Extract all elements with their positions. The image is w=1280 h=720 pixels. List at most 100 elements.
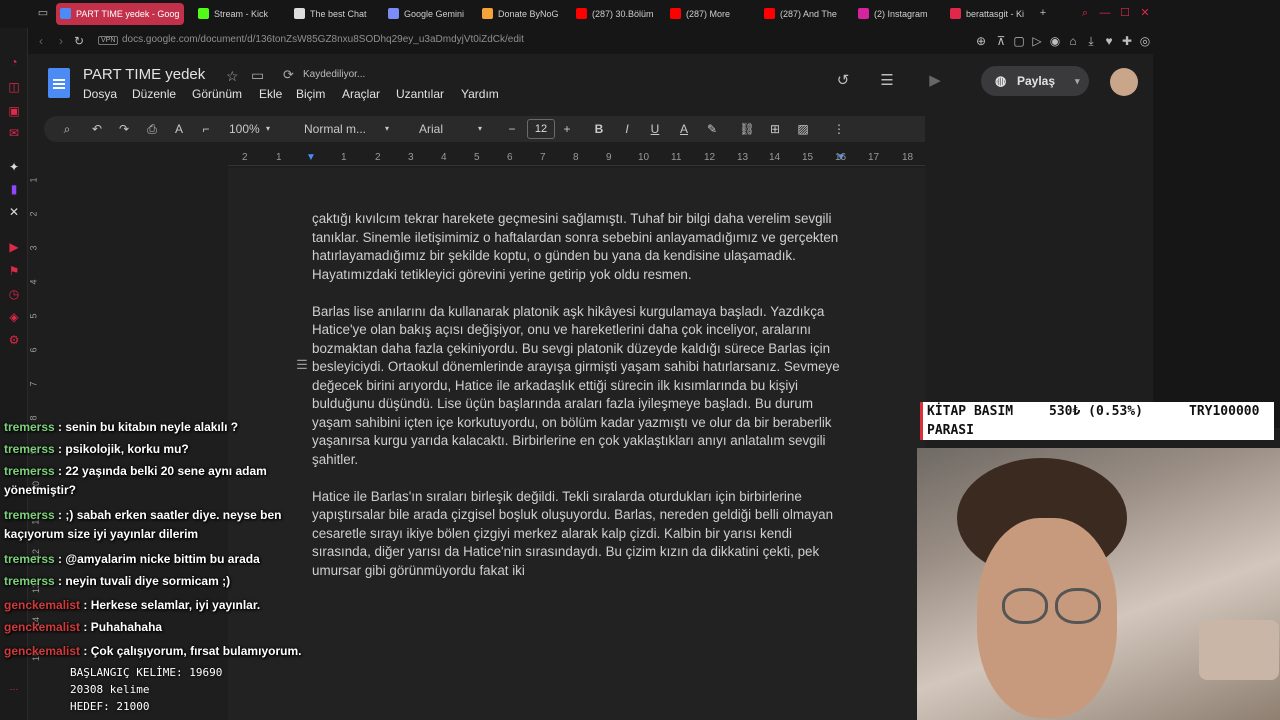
zoom-select[interactable]: 100%: [229, 122, 260, 136]
style-chevron-icon[interactable]: ▾: [385, 124, 389, 133]
ai-icon[interactable]: ✦: [7, 160, 21, 174]
style-select[interactable]: Normal m...: [304, 122, 366, 136]
menu-gorunum[interactable]: Görünüm: [192, 87, 242, 101]
scrollbar-area: [1153, 28, 1280, 428]
menu-yardim[interactable]: Yardım: [461, 87, 499, 101]
paragraph[interactable]: Hatice ile Barlas'ın sıraları birleşik d…: [312, 488, 842, 581]
font-chevron-icon[interactable]: ▾: [478, 124, 482, 133]
tab-favicon-icon: [764, 8, 775, 19]
more-icon[interactable]: ⋯: [7, 682, 21, 696]
document-title[interactable]: PART TIME yedek: [83, 66, 205, 83]
tab-7[interactable]: (287) And The: [760, 3, 848, 25]
document-page[interactable]: ☰ çaktığı kıvılcım tekrar harekete geçme…: [228, 168, 925, 720]
tab-label: (2) Instagram: [874, 9, 928, 19]
zoom-chevron-icon[interactable]: ▾: [266, 124, 270, 133]
indent-marker-icon[interactable]: ▼: [306, 152, 316, 163]
history-icon[interactable]: ◷: [7, 287, 21, 301]
search-tabs-icon[interactable]: ⌕: [1078, 6, 1092, 20]
vpn-badge[interactable]: VPN: [98, 36, 119, 45]
document-body[interactable]: çaktığı kıvılcım tekrar harekete geçmesi…: [312, 210, 842, 599]
italic-icon[interactable]: I: [619, 121, 635, 137]
zoom-icon[interactable]: ⊕: [974, 34, 988, 48]
menu-uzantilar[interactable]: Uzantılar: [396, 87, 444, 101]
new-tab-icon[interactable]: +: [1036, 6, 1050, 20]
comments-icon[interactable]: ☰: [878, 72, 896, 90]
url-field[interactable]: docs.google.com/document/d/136tonZsW85GZ…: [122, 34, 524, 45]
forward-icon[interactable]: ›: [54, 34, 68, 48]
tab-1[interactable]: Stream - Kick: [194, 3, 284, 25]
extensions-icon[interactable]: ◫: [7, 80, 21, 94]
share-button[interactable]: ◍ Paylaş ▾: [981, 66, 1089, 96]
more-options-icon[interactable]: ⋮: [831, 121, 847, 137]
spellcheck-icon[interactable]: A: [171, 121, 187, 137]
decrease-font-icon[interactable]: −: [504, 121, 520, 137]
move-folder-icon[interactable]: ▭: [251, 67, 264, 84]
tab-menu-icon[interactable]: ▭: [36, 6, 50, 20]
mail-icon[interactable]: ✉: [7, 126, 21, 140]
pin-icon[interactable]: ⚑: [7, 264, 21, 278]
undo-icon[interactable]: ↶: [89, 121, 105, 137]
menu-ekle[interactable]: Ekle: [259, 87, 282, 101]
gift-icon[interactable]: ▣: [7, 104, 21, 118]
tab-favicon-icon: [576, 8, 587, 19]
lock-icon[interactable]: ⌂: [1066, 34, 1080, 48]
insert-image-icon[interactable]: ▨: [795, 121, 811, 137]
docs-logo-icon[interactable]: [48, 68, 70, 98]
wallet-icon[interactable]: ◈: [7, 310, 21, 324]
underline-icon[interactable]: U: [647, 121, 663, 137]
player-icon[interactable]: ▶: [7, 240, 21, 254]
version-history-icon[interactable]: ↺: [834, 72, 852, 90]
outline-icon[interactable]: ☰: [294, 358, 310, 372]
camera-icon[interactable]: ◉: [1048, 34, 1062, 48]
paragraph[interactable]: Barlas lise anılarını da kullanarak plat…: [312, 303, 842, 470]
star-icon[interactable]: ☆: [226, 68, 239, 85]
link-icon[interactable]: ⛓: [739, 121, 755, 137]
download-icon[interactable]: ⤓: [1084, 34, 1098, 48]
extension-icon[interactable]: ✚: [1120, 34, 1134, 48]
menu-duzenle[interactable]: Düzenle: [132, 87, 176, 101]
player-page-icon[interactable]: ▷: [1030, 34, 1044, 48]
font-select[interactable]: Arial: [419, 122, 443, 136]
settings-icon[interactable]: ⚙: [7, 333, 21, 347]
tab-label: (287) And The: [780, 9, 837, 19]
menu-bicim[interactable]: Biçim: [296, 87, 325, 101]
add-comment-icon[interactable]: ⊞: [767, 121, 783, 137]
meet-icon[interactable]: ▶: [926, 72, 944, 90]
minimize-icon[interactable]: —: [1098, 6, 1112, 20]
text-color-icon[interactable]: A: [676, 121, 692, 137]
paint-format-icon[interactable]: ⌐: [198, 121, 214, 137]
bold-icon[interactable]: B: [591, 121, 607, 137]
reload-icon[interactable]: ↻: [72, 34, 86, 48]
aria-icon[interactable]: ◔: [7, 55, 21, 69]
tab-0[interactable]: PART TIME yedek - Goog: [56, 3, 184, 25]
avatar[interactable]: [1110, 68, 1138, 96]
back-icon[interactable]: ‹: [34, 34, 48, 48]
highlight-icon[interactable]: ✎: [704, 121, 720, 137]
menu-araclar[interactable]: Araçlar: [342, 87, 380, 101]
tab-2[interactable]: The best Chat: [290, 3, 378, 25]
tab-8[interactable]: (2) Instagram: [854, 3, 944, 25]
print-icon[interactable]: ⎙: [144, 121, 160, 137]
tab-5[interactable]: (287) 30.Bölüm: [572, 3, 660, 25]
tab-4[interactable]: Donate ByNoG: [478, 3, 568, 25]
sync-icon[interactable]: ◎: [1138, 34, 1152, 48]
paragraph[interactable]: çaktığı kıvılcım tekrar harekete geçmesi…: [312, 210, 842, 284]
maximize-icon[interactable]: ☐: [1118, 6, 1132, 20]
tab-3[interactable]: Google Gemini: [384, 3, 476, 25]
tab-favicon-icon: [294, 8, 305, 19]
tab-6[interactable]: (287) More: [666, 3, 756, 25]
tab-favicon-icon: [388, 8, 399, 19]
menu-dosya[interactable]: Dosya: [83, 87, 117, 101]
close-window-icon[interactable]: ✕: [1138, 6, 1152, 20]
font-size-input[interactable]: 12: [527, 119, 555, 139]
snapshot-icon[interactable]: ▢: [1012, 34, 1026, 48]
heart-icon[interactable]: ♥: [1102, 34, 1116, 48]
tab-9[interactable]: berattasgit - Ki: [946, 3, 1030, 25]
twitch-icon[interactable]: ▮: [7, 182, 21, 196]
horizontal-ruler[interactable]: ▼ ▼ 2 1 1 2 3 4 5 6 7 8 9 10 11 12 13 14 15 16 17 18: [228, 150, 925, 166]
pin-page-icon[interactable]: ⊼: [994, 34, 1008, 48]
redo-icon[interactable]: ↷: [116, 121, 132, 137]
increase-font-icon[interactable]: +: [559, 121, 575, 137]
search-menus-icon[interactable]: ⌕: [59, 121, 75, 137]
x-icon[interactable]: ✕: [7, 205, 21, 219]
